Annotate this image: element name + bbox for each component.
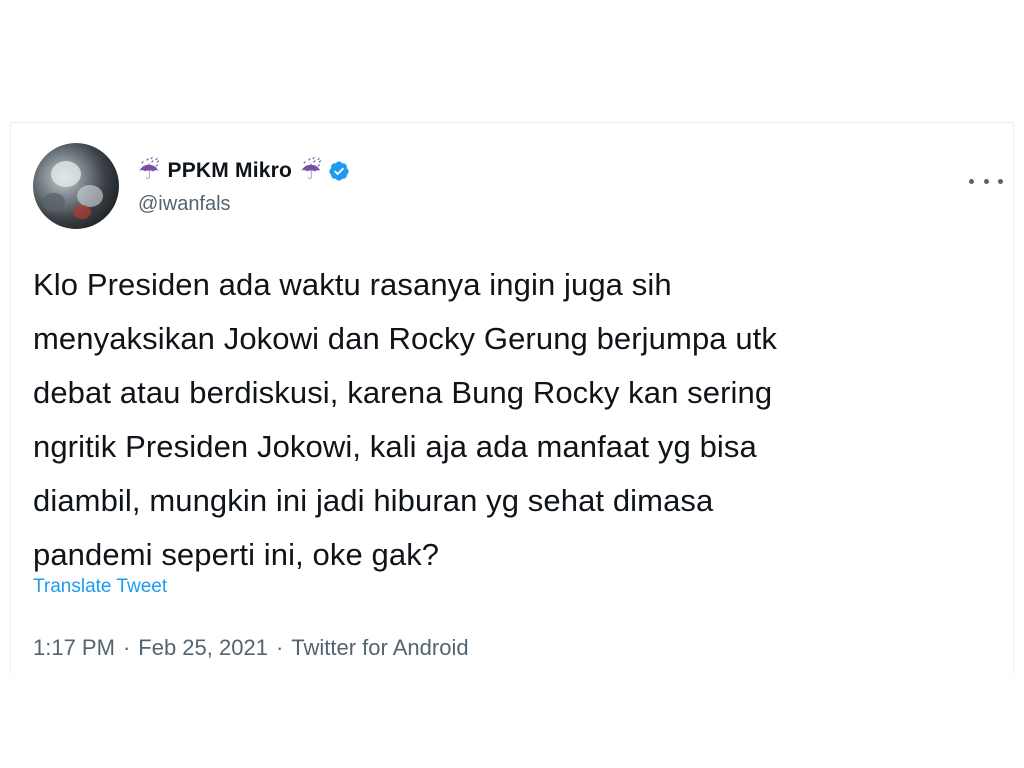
umbrella-rain-icon: ☔ xyxy=(300,157,322,185)
umbrella-rain-icon: ☔ xyxy=(138,157,160,185)
meta-separator: · xyxy=(122,635,131,660)
avatar-detail xyxy=(77,185,103,207)
more-options-icon[interactable] xyxy=(969,171,1003,191)
avatar-detail xyxy=(43,193,65,211)
meta-separator: · xyxy=(275,635,284,660)
avatar[interactable] xyxy=(33,143,119,229)
author-name-row[interactable]: ☔ PPKM Mikro ☔ xyxy=(138,153,350,189)
verified-badge-icon xyxy=(328,161,349,181)
page: ☔ PPKM Mikro ☔ @iwanfals Klo Presiden ad… xyxy=(0,0,1024,768)
display-name[interactable]: PPKM Mikro xyxy=(168,159,293,183)
tweet-time[interactable]: 1:17 PM xyxy=(33,635,115,661)
tweet-text: Klo Presiden ada waktu rasanya ingin jug… xyxy=(33,267,777,572)
author-handle[interactable]: @iwanfals xyxy=(138,193,350,216)
tweet-header: ☔ PPKM Mikro ☔ @iwanfals xyxy=(33,143,1013,229)
tweet-date[interactable]: Feb 25, 2021 xyxy=(138,635,268,661)
author-block[interactable]: ☔ PPKM Mikro ☔ @iwanfals xyxy=(138,153,350,216)
translate-tweet-link[interactable]: Translate Tweet xyxy=(33,576,167,598)
more-dot xyxy=(983,178,989,184)
tweet-meta: 1:17 PM · Feb 25, 2021 · Twitter for And… xyxy=(33,635,469,661)
tweet-source[interactable]: Twitter for Android xyxy=(291,635,468,661)
tweet-card: ☔ PPKM Mikro ☔ @iwanfals Klo Presiden ad… xyxy=(10,122,1014,675)
more-dot xyxy=(998,178,1003,184)
avatar-detail xyxy=(73,205,91,219)
more-dot xyxy=(969,178,974,184)
avatar-detail xyxy=(51,161,81,187)
